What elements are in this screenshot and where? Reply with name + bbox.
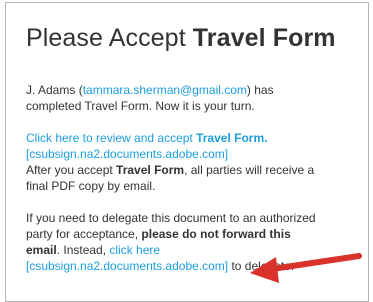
red-arrow-icon (250, 253, 362, 283)
